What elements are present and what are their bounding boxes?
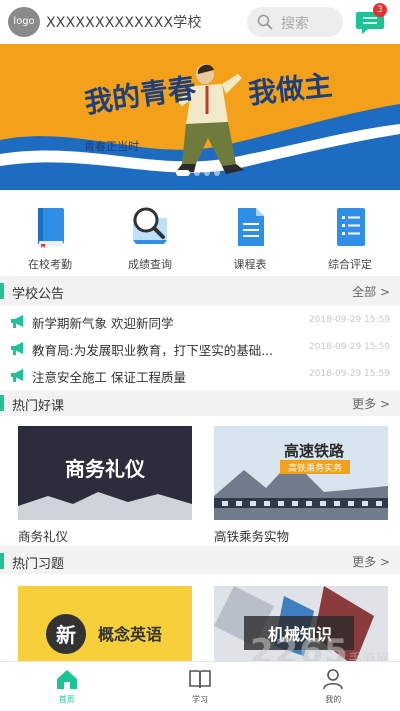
- school-name: XXXXXXXXXXXXX学校: [46, 15, 202, 31]
- school-logo[interactable]: logo: [8, 7, 40, 37]
- message-badge: 3: [373, 3, 387, 17]
- megaphone-icon: [11, 315, 23, 328]
- announcement-time: 2018-09-29 15:59: [308, 369, 390, 379]
- carousel-dot[interactable]: [204, 170, 210, 176]
- announcement-list: 新学期新气象 欢迎新同学 2018-09-29 15:59 教育局:为发展职业教…: [0, 306, 400, 390]
- chevron-right-icon: >: [379, 555, 390, 569]
- carousel-dot[interactable]: [214, 170, 220, 176]
- exercise-card[interactable]: 新 概念英语: [18, 586, 192, 661]
- quick-menu: 在校考勤 成绩查询 课程表 综合评定: [0, 190, 400, 276]
- course-card[interactable]: 高速铁路 高铁乘务实务 高铁乘务实物: [214, 426, 388, 545]
- tab-home[interactable]: 首页: [0, 662, 133, 711]
- quick-item-grades[interactable]: 成绩查询: [100, 190, 200, 276]
- section-hot-courses-header: 热门好课 更多 >: [0, 391, 400, 415]
- section-announcements-header: 学校公告 全部 >: [0, 279, 400, 303]
- quick-label: 在校考勤: [28, 258, 72, 271]
- chevron-right-icon: >: [379, 397, 390, 411]
- exercise-image-text: 概念英语: [98, 625, 162, 644]
- course-image-subtext: 高铁乘务实务: [288, 462, 342, 474]
- announcement-item[interactable]: 教育局:为发展职业教育，打下坚实的基础... 2018-09-29 15:59: [0, 335, 400, 361]
- course-image-text: 商务礼仪: [65, 457, 146, 481]
- megaphone-icon: [11, 369, 23, 382]
- course-thumbnail: 高速铁路 高铁乘务实务: [214, 426, 388, 520]
- tab-label: 我的: [325, 695, 342, 704]
- course-thumbnail: 商务礼仪: [18, 426, 192, 520]
- more-link[interactable]: 更多 >: [352, 553, 390, 570]
- exercise-badge: 新: [56, 623, 76, 647]
- announcement-time: 2018-09-29 15:59: [308, 342, 390, 352]
- user-icon: [323, 669, 344, 690]
- tab-label: 学习: [191, 695, 208, 704]
- banner-caption: 青春正当时: [84, 139, 139, 153]
- announcement-item[interactable]: 注意安全施工 保证工程质量 2018-09-29 15:59: [0, 362, 400, 388]
- home-icon: [56, 670, 77, 689]
- section-hot-exercises-header: 热门习题 更多 >: [0, 549, 400, 573]
- announcement-title: 新学期新气象 欢迎新同学: [32, 316, 174, 331]
- quick-label: 成绩查询: [128, 258, 172, 271]
- announcement-title: 教育局:为发展职业教育，打下坚实的基础...: [32, 343, 274, 358]
- tab-mine[interactable]: 我的: [267, 662, 400, 711]
- carousel-dots[interactable]: [176, 170, 220, 176]
- section-accent-bar: [0, 553, 4, 569]
- book-icon: [38, 208, 64, 248]
- magnifier-icon: [133, 207, 167, 244]
- open-book-icon: [189, 670, 211, 689]
- exercise-thumbnail: 新 概念英语: [18, 586, 192, 661]
- megaphone-icon: [11, 342, 23, 355]
- course-title: 商务礼仪: [18, 529, 69, 544]
- tab-label: 首页: [58, 695, 75, 704]
- search-icon: [257, 14, 273, 30]
- bottom-tab-bar: 首页 学习 我的: [0, 661, 400, 711]
- list-icon: [337, 208, 365, 246]
- section-title: 学校公告: [12, 287, 65, 302]
- quick-item-timetable[interactable]: 课程表: [200, 190, 300, 276]
- section-accent-bar: [0, 283, 4, 299]
- course-title: 高铁乘务实物: [214, 529, 290, 544]
- banner-carousel[interactable]: 青春正当时 我的青春 我做主: [0, 44, 400, 190]
- carousel-dot[interactable]: [176, 170, 190, 176]
- quick-label: 综合评定: [328, 258, 372, 271]
- more-link[interactable]: 更多 >: [352, 395, 390, 412]
- course-image-text: 高速铁路: [284, 442, 345, 460]
- chevron-right-icon: >: [379, 285, 390, 299]
- section-title: 热门好课: [12, 399, 65, 414]
- top-header: logo XXXXXXXXXXXXX学校 搜索 3: [0, 0, 400, 44]
- tab-study[interactable]: 学习: [133, 662, 266, 711]
- quick-label: 课程表: [233, 258, 267, 271]
- section-title: 热门习题: [12, 557, 65, 572]
- banner-image: 青春正当时: [0, 44, 400, 190]
- section-accent-bar: [0, 395, 4, 411]
- course-card[interactable]: 商务礼仪 商务礼仪: [18, 426, 192, 545]
- hot-courses-grid: 商务礼仪 商务礼仪 高速铁路 高铁乘务实务 高铁乘务实物: [0, 416, 400, 546]
- announcement-item[interactable]: 新学期新气象 欢迎新同学 2018-09-29 15:59: [0, 308, 400, 334]
- quick-item-evaluation[interactable]: 综合评定: [300, 190, 400, 276]
- carousel-dot[interactable]: [194, 170, 200, 176]
- document-icon: [238, 208, 264, 246]
- search-box[interactable]: 搜索: [247, 7, 343, 37]
- announcement-title: 注意安全施工 保证工程质量: [32, 370, 186, 385]
- announcement-time: 2018-09-29 15:59: [308, 315, 390, 325]
- more-link[interactable]: 全部 >: [352, 283, 390, 300]
- quick-item-attendance[interactable]: 在校考勤: [0, 190, 100, 276]
- search-placeholder: 搜索: [281, 16, 309, 32]
